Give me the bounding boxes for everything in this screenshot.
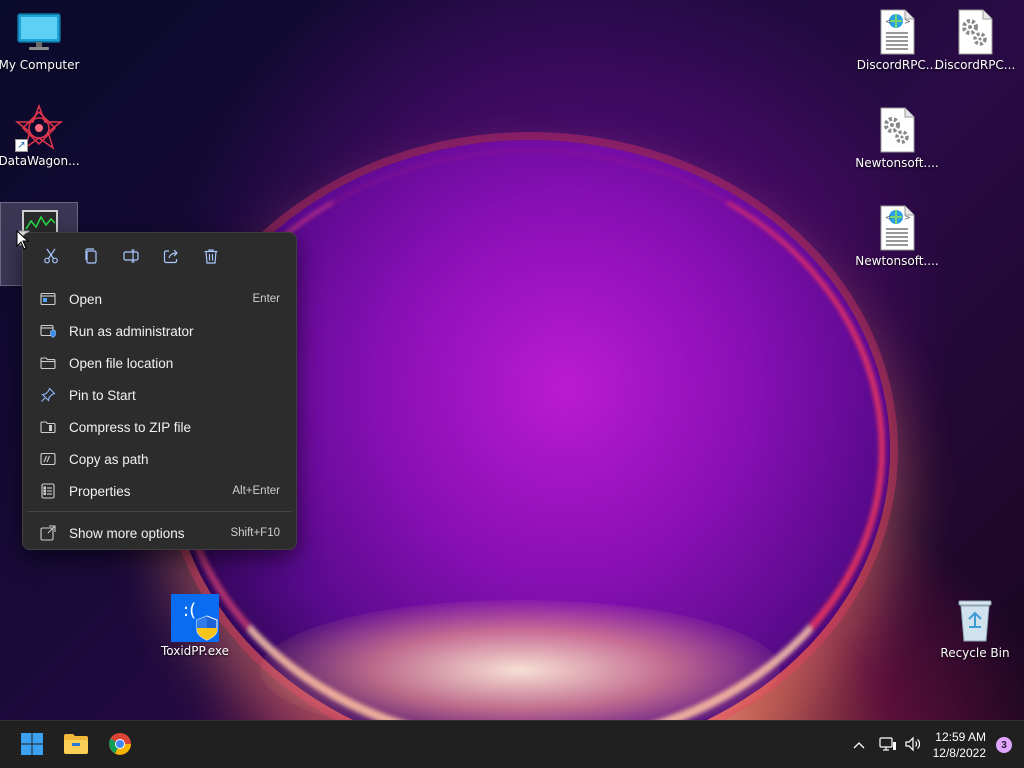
taskbar-chrome[interactable] [100,725,140,765]
desktop-icon-my-computer[interactable]: My Computer [0,8,80,73]
zip-icon [39,418,57,436]
menu-item-copy-as-path[interactable]: Copy as path [27,443,292,475]
monitor-icon [15,8,63,56]
delete-button[interactable] [195,245,227,269]
clock-time: 12:59 AM [935,730,986,744]
network-button[interactable] [875,725,901,765]
system-tray: 12:59 AM 12/8/2022 3 [847,721,1024,768]
recycle-bin-icon [951,596,999,644]
desktop-icon-newtonsoft-1[interactable]: Newtonsoft.... [855,106,939,171]
chevron-up-icon [853,738,865,752]
desktop-icon-discordrpc-1[interactable]: < > DiscordRPC... [856,8,938,73]
clock-date: 12/8/2022 [932,746,986,760]
web-file-icon: < > [873,8,921,56]
menu-separator [27,511,292,512]
shortcut-arrow-icon: ↗ [15,139,28,152]
menu-item-run-as-admin[interactable]: Run as administrator [27,315,292,347]
menu-item-open-file-location[interactable]: Open file location [27,347,292,379]
more-options-icon [39,524,57,542]
volume-icon [904,736,922,755]
share-button[interactable] [155,245,187,269]
menu-item-label: Compress to ZIP file [69,419,192,435]
taskbar-clock[interactable]: 12:59 AM 12/8/2022 [933,729,986,761]
volume-button[interactable] [901,725,925,765]
taskbar-file-explorer[interactable] [56,725,96,765]
trash-icon [203,248,219,267]
settings-file-icon [951,8,999,56]
svg-text:<: < [885,17,892,26]
scissors-icon [43,248,59,267]
desktop-icon-recycle-bin[interactable]: Recycle Bin [936,596,1014,661]
installer-icon: :( [171,594,219,642]
desktop-icon-datawagon[interactable]: ↗ DataWagon... [0,104,80,169]
menu-item-label: Show more options [69,525,185,541]
svg-text:>: > [904,17,911,26]
properties-icon [39,482,57,500]
desktop-icon-label: ToxidPP.exe [160,644,230,658]
context-menu: Open Enter Run as administrator Open fil… [22,232,297,550]
share-icon [163,248,179,267]
menu-item-shortcut: Shift+F10 [230,527,280,539]
show-hidden-icons-button[interactable] [847,725,871,765]
windows-icon [20,732,44,759]
chrome-icon [108,732,132,759]
context-menu-items: Open Enter Run as administrator Open fil… [23,279,296,549]
menu-item-shortcut: Enter [252,293,281,305]
menu-item-compress-zip[interactable]: Compress to ZIP file [27,411,292,443]
svg-text:<: < [885,213,892,222]
menu-item-label: Run as administrator [69,323,194,339]
folder-icon [39,354,57,372]
taskbar: 12:59 AM 12/8/2022 3 [0,720,1024,768]
menu-item-label: Open [69,291,103,307]
cut-button[interactable] [35,245,67,269]
desktop-icon-label: Recycle Bin [940,646,1010,660]
desktop-icon-label: Newtonsoft.... [855,254,939,268]
desktop-icon-label: DiscordRPC... [856,58,938,72]
menu-item-shortcut: Alt+Enter [232,485,280,497]
settings-file-icon [873,106,921,154]
copy-button[interactable] [75,245,107,269]
svg-text::(: :( [183,600,196,621]
menu-item-pin-to-start[interactable]: Pin to Start [27,379,292,411]
desktop-icon-label: Newtonsoft.... [855,156,939,170]
desktop-icon-newtonsoft-2[interactable]: < > Newtonsoft.... [855,204,939,269]
folder-icon [63,733,89,758]
start-button[interactable] [12,725,52,765]
menu-item-label: Pin to Start [69,387,136,403]
path-icon [39,450,57,468]
desktop-icon-label: DataWagon... [0,154,80,168]
pin-icon [39,386,57,404]
svg-text:>: > [904,213,911,222]
desktop-icon-toxidpp[interactable]: :( ToxidPP.exe [156,594,234,659]
shield-icon [39,322,57,340]
datawagon-icon: ↗ [15,104,63,152]
network-icon [879,736,897,755]
menu-item-label: Open file location [69,355,174,371]
mouse-cursor-icon [16,229,30,253]
rename-icon [123,248,139,267]
rename-button[interactable] [115,245,147,269]
menu-item-open[interactable]: Open Enter [27,283,292,315]
context-menu-toolbar [23,233,296,279]
desktop-icon-label: DiscordRPC... [934,58,1016,72]
desktop-icon-label: My Computer [0,58,80,72]
menu-item-label: Properties [69,483,131,499]
menu-item-label: Copy as path [69,451,149,467]
desktop-icon-discordrpc-2[interactable]: DiscordRPC... [934,8,1016,73]
web-file-icon: < > [873,204,921,252]
copy-icon [83,247,99,267]
notification-badge[interactable]: 3 [996,737,1012,753]
open-icon [39,290,57,308]
menu-item-show-more-options[interactable]: Show more options Shift+F10 [27,517,292,549]
menu-item-properties[interactable]: Properties Alt+Enter [27,475,292,507]
